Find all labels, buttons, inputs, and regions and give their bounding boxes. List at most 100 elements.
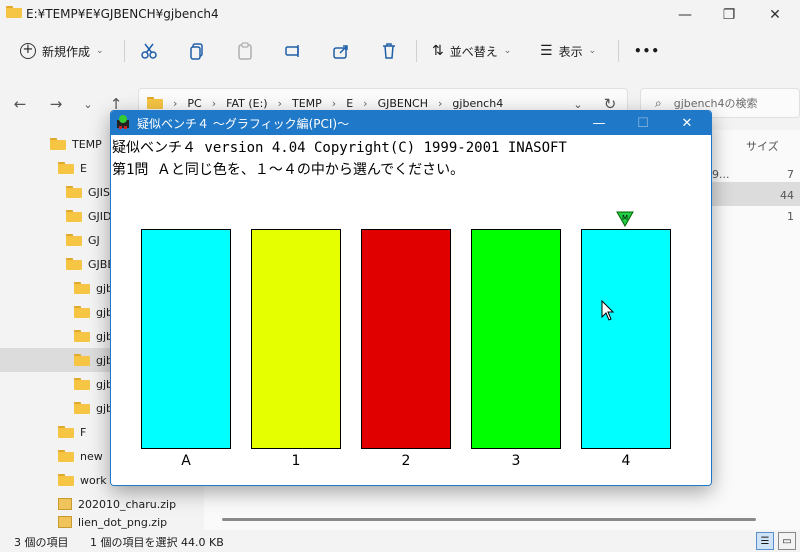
tree-item-label: E (80, 161, 87, 175)
dialog-minimize-button[interactable]: — (577, 111, 621, 135)
plus-circle-icon: + (20, 43, 36, 59)
folder-icon (58, 426, 74, 438)
tree-item-label: 202010_charu.zip (78, 497, 177, 511)
search-icon: ⌕ (655, 95, 662, 110)
folder-icon (50, 138, 66, 150)
dialog-title: 疑似ベンチ４ 〜グラフィック編(PCI)〜 (137, 117, 350, 131)
selection-info: 1 個の項目を選択 44.0 KB (90, 536, 224, 549)
tree-item-e[interactable]: E (58, 156, 87, 180)
folder-icon (74, 330, 90, 342)
chevron-right-icon: › (277, 96, 282, 110)
tree-item-gjbench4-selected[interactable]: gjb (0, 348, 113, 372)
share-icon (333, 45, 348, 59)
command-bar: + 新規作成 ⌄ ⇅ 並べ替え ⌄ ☰ 表示 ⌄ ••• (0, 32, 800, 70)
swatch-choice-4[interactable] (581, 229, 671, 449)
zip-file-icon (58, 498, 72, 510)
folder-icon (58, 450, 74, 462)
folder-icon (147, 97, 163, 109)
window-title: E:¥TEMP¥E¥GJBENCH¥gjbench4 (26, 7, 219, 21)
breadcrumb-item[interactable]: E (346, 97, 353, 110)
swatch-label: A (181, 453, 191, 469)
details-view-icon[interactable]: ☰ (756, 532, 774, 550)
list-view-icon: ☰ (540, 43, 553, 59)
file-size: 7 (787, 168, 794, 181)
app-icon (117, 115, 129, 129)
tree-item-label: F (80, 425, 87, 439)
breadcrumb-item[interactable]: gjbench4 (452, 97, 503, 110)
new-button[interactable]: + 新規作成 ⌄ (20, 38, 104, 64)
back-arrow-icon[interactable]: ← (10, 94, 30, 114)
folder-icon (74, 282, 90, 294)
tree-item-zip[interactable]: 202010_charu.zip (58, 492, 176, 516)
trash-icon (383, 43, 395, 59)
explorer-titlebar: E:¥TEMP¥E¥GJBENCH¥gjbench4 — ❐ ✕ (0, 0, 800, 30)
dialog-close-button[interactable]: ✕ (665, 111, 709, 135)
tiles-view-icon[interactable]: ▭ (778, 532, 796, 550)
tree-item-gjb[interactable]: gjb (74, 324, 113, 348)
tree-item-gjb[interactable]: gjb (74, 396, 113, 420)
cut-button[interactable] (140, 38, 158, 64)
tree-item-work[interactable]: work (58, 468, 107, 492)
swatch-choice-3[interactable] (471, 229, 561, 449)
tree-item-f[interactable]: F (58, 420, 86, 444)
horizontal-scrollbar[interactable] (222, 518, 756, 521)
chevron-right-icon: › (363, 96, 368, 110)
view-button[interactable]: ☰ 表示 ⌄ (540, 38, 596, 64)
tree-item-gjb[interactable]: gjb (74, 276, 113, 300)
maximize-button[interactable]: ❐ (706, 0, 752, 30)
breadcrumb-item[interactable]: PC (187, 97, 201, 110)
minimize-button[interactable]: — (662, 0, 708, 30)
swatch-label: 4 (621, 453, 631, 469)
tree-item-new[interactable]: new (58, 444, 103, 468)
size-column-header[interactable]: サイズ (746, 138, 779, 154)
folder-icon (66, 258, 82, 270)
file-size: 44 (780, 189, 794, 202)
swatch-label: 2 (401, 453, 411, 469)
tree-item-gjb[interactable]: gjb (74, 300, 113, 324)
copy-icon (190, 43, 203, 60)
chevron-right-icon: › (331, 96, 337, 110)
tree-item-label: work (80, 473, 107, 487)
folder-icon (74, 306, 90, 318)
tree-item-gjis[interactable]: GJIS (66, 180, 110, 204)
dialog-maximize-button[interactable]: ☐ (621, 111, 665, 135)
swatch-choice-1[interactable] (251, 229, 341, 449)
swatch-choice-2[interactable] (361, 229, 451, 449)
tree-item-temp[interactable]: TEMP (50, 132, 102, 156)
folder-icon (66, 186, 82, 198)
folder-icon (6, 6, 22, 18)
chevron-down-icon: ⌄ (503, 46, 512, 56)
copy-button[interactable] (188, 38, 206, 64)
tree-item-label: GJ (88, 233, 100, 247)
folder-icon (58, 474, 74, 486)
breadcrumb-item[interactable]: FAT (E:) (226, 97, 267, 110)
tree-item-gj[interactable]: GJ (66, 228, 100, 252)
marker-triangle-icon: M (616, 211, 634, 227)
file-size: 1 (787, 210, 794, 223)
clipboard-icon (238, 42, 252, 60)
toolbar-divider (416, 40, 417, 62)
view-button-label: 表示 (558, 44, 583, 59)
breadcrumb-item[interactable]: TEMP (292, 97, 322, 110)
rename-button[interactable] (284, 38, 302, 64)
delete-button[interactable] (380, 38, 398, 64)
version-line: 疑似ベンチ４ version 4.04 Copyright(C) 1999-20… (112, 140, 567, 156)
swatch-reference (141, 229, 231, 449)
tree-item-label: lien_dot_png.zip (78, 515, 168, 529)
tree-item-gjbench[interactable]: GJBE (66, 252, 114, 276)
close-button[interactable]: ✕ (752, 0, 798, 30)
forward-arrow-icon[interactable]: → (46, 94, 66, 114)
tree-item-gjb[interactable]: gjb (74, 372, 113, 396)
toolbar-divider (124, 40, 125, 62)
folder-icon (66, 210, 82, 222)
folder-icon (74, 354, 90, 366)
recent-chevron-icon[interactable]: ⌄ (78, 94, 98, 114)
breadcrumb-item[interactable]: GJBENCH (378, 97, 428, 110)
share-button[interactable] (332, 38, 350, 64)
more-options-button[interactable]: ••• (634, 38, 660, 64)
sort-button[interactable]: ⇅ 並べ替え ⌄ (432, 38, 511, 64)
tree-item-gjid[interactable]: GJID (66, 204, 111, 228)
folder-icon (66, 234, 82, 246)
paste-button[interactable] (236, 38, 254, 64)
tree-item-zip[interactable]: lien_dot_png.zip (58, 514, 167, 530)
